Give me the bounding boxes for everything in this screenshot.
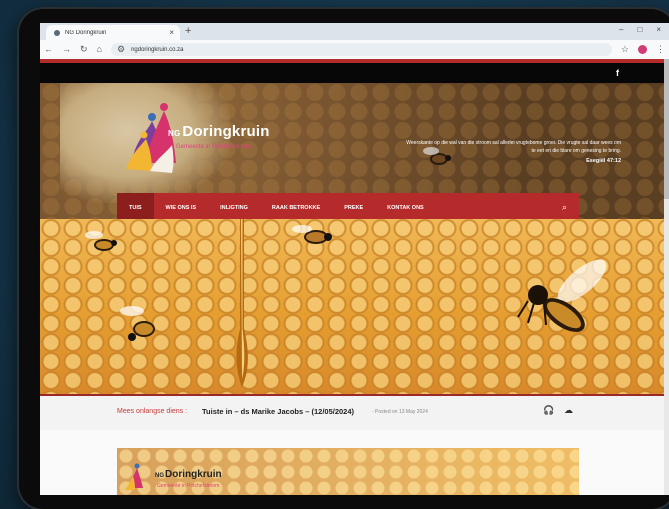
nav-item-preke[interactable]: PREKE: [332, 193, 375, 222]
cloud-download-icon[interactable]: ☁: [564, 405, 573, 416]
tab-title: NG Doringkruin: [65, 29, 107, 36]
browser-tab[interactable]: NG Doringkruin ×: [46, 25, 180, 40]
card-logo-ng: NG: [155, 473, 164, 479]
maximize-icon[interactable]: □: [637, 25, 642, 34]
menu-icon[interactable]: ⋮: [656, 45, 665, 54]
url-text: ngdoringkruin.co.za: [131, 46, 184, 53]
browser-window: NG Doringkruin × + – □ × ← → ↻ ⌂ ⚙ ngdor…: [40, 23, 669, 495]
main-nav: TUIS WIE ONS IS INLIGTING RAAK BETROKKE …: [117, 193, 579, 222]
tab-strip: NG Doringkruin × + – □ ×: [40, 23, 669, 40]
reload-icon[interactable]: ↻: [80, 45, 88, 54]
latest-service-label: Mees onlangse diens :: [117, 408, 188, 415]
logo-figure-icon[interactable]: [122, 101, 282, 181]
banner-card: NGDoringkruin Gemeente in Potchefstroom: [117, 448, 579, 495]
browser-toolbar: ← → ↻ ⌂ ⚙ ngdoringkruin.co.za ☆ ⋮: [40, 40, 669, 59]
facebook-icon[interactable]: f: [616, 68, 619, 78]
honey-drip-image: [236, 219, 248, 387]
profile-avatar[interactable]: [638, 45, 647, 54]
back-icon[interactable]: ←: [44, 45, 53, 54]
bible-verse: Weerskante op die wal van die stroom sal…: [406, 140, 621, 154]
bee-icon: [517, 259, 607, 332]
favicon-icon: [54, 29, 60, 36]
logo-ng: NG: [168, 129, 181, 138]
new-tab-button[interactable]: +: [185, 24, 191, 39]
site-settings-icon[interactable]: ⚙: [117, 45, 125, 54]
nav-item-kontak-ons[interactable]: KONTAK ONS: [375, 193, 436, 222]
address-bar[interactable]: ⚙ ngdoringkruin.co.za: [110, 43, 612, 56]
latest-service-title[interactable]: Tuiste in – ds Marike Jacobs – (12/05/20…: [202, 407, 354, 416]
window-controls: – □ ×: [619, 25, 661, 34]
bee-icon: [120, 306, 155, 341]
latest-service-bar: Mees onlangse diens : Tuiste in – ds Mar…: [40, 394, 669, 430]
verse-reference: Esegiël 47:12: [586, 158, 621, 164]
logo-subtitle: Gemeente in Potchefstroom: [176, 144, 251, 150]
honey-banner: [40, 219, 669, 394]
webpage: f NG Doringkruin Gemeente in Potchefstroo…: [40, 59, 669, 495]
forward-icon[interactable]: →: [62, 45, 71, 54]
home-icon[interactable]: ⌂: [97, 45, 102, 54]
nav-item-wie-ons-is[interactable]: WIE ONS IS: [154, 193, 209, 222]
logo-text[interactable]: NG Doringkruin: [168, 123, 270, 140]
nav-item-inligting[interactable]: INLIGTING: [208, 193, 260, 222]
card-logo-text: NGDoringkruin: [155, 469, 222, 480]
nav-item-raak-betrokke[interactable]: RAAK BETROKKE: [260, 193, 332, 222]
card-logo-subtitle: Gemeente in Potchefstroom: [157, 483, 220, 489]
tab-close-icon[interactable]: ×: [169, 28, 180, 37]
bee-icon: [85, 231, 117, 251]
search-icon[interactable]: ⌕: [562, 202, 567, 213]
star-icon[interactable]: ☆: [621, 44, 629, 55]
card-logo-icon: [125, 463, 143, 490]
logo-name: Doringkruin: [182, 123, 270, 140]
social-bar: f: [40, 63, 669, 83]
minimize-icon[interactable]: –: [619, 25, 623, 34]
headphones-icon[interactable]: 🎧: [543, 405, 554, 416]
close-window-icon[interactable]: ×: [656, 25, 661, 34]
card-logo-name: Doringkruin: [165, 469, 222, 480]
bee-icon: [292, 225, 332, 244]
scrollbar-thumb[interactable]: [664, 59, 669, 199]
latest-service-date: - Posted on 13 May 2024: [372, 409, 428, 415]
nav-item-tuis[interactable]: TUIS: [117, 193, 154, 222]
